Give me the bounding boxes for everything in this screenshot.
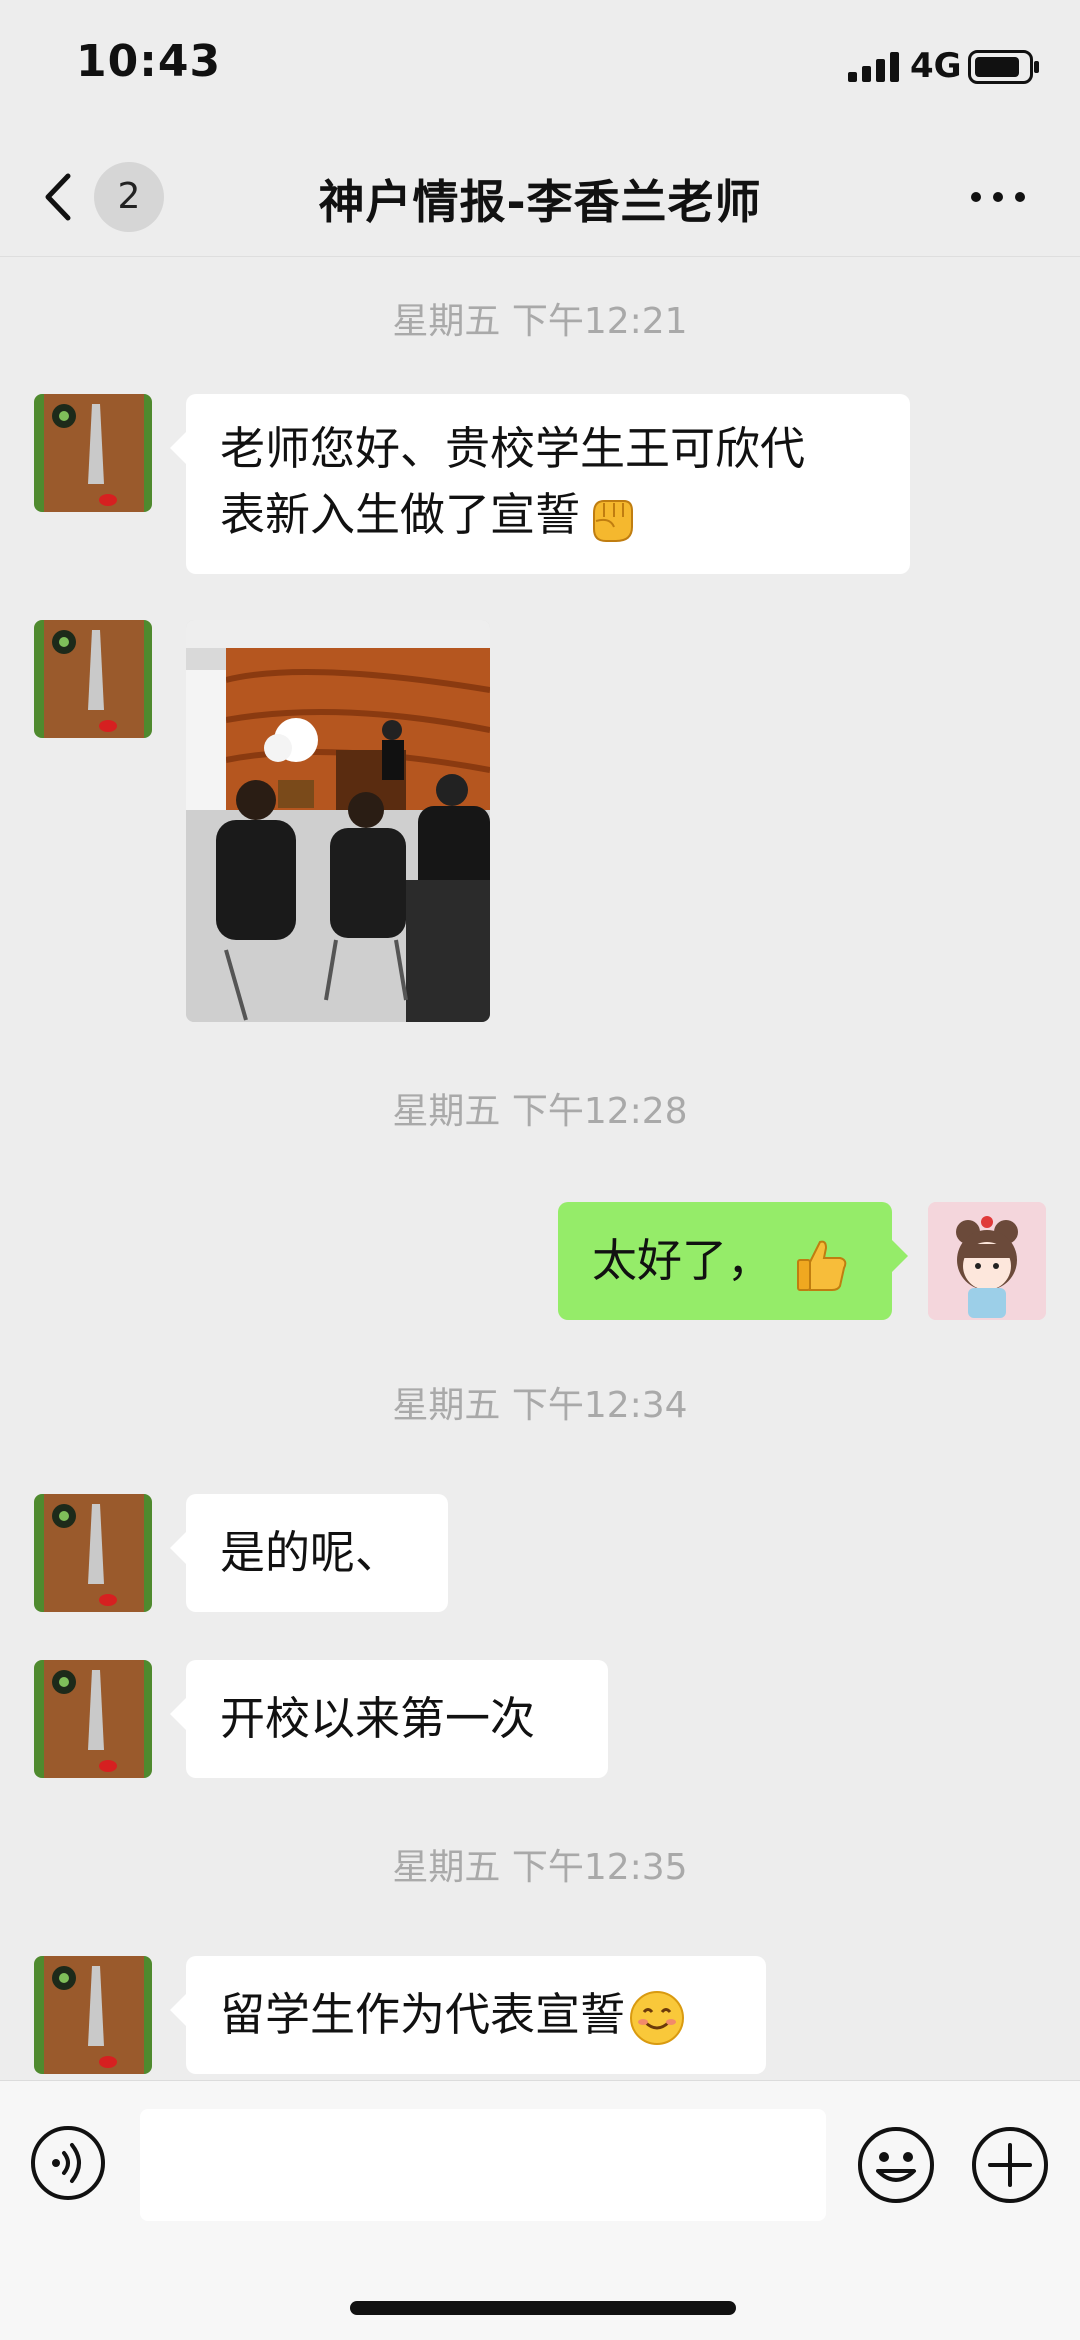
voice-icon[interactable] <box>30 2125 106 2201</box>
contact-avatar[interactable] <box>34 1494 152 1612</box>
message-text: 开校以来第一次 <box>220 1692 536 1745</box>
cellular-signal-icon <box>848 52 899 82</box>
message-text-line: 表新入生做了宣誓 <box>220 482 876 548</box>
avatar-image <box>34 1494 152 1612</box>
message-input[interactable] <box>140 2109 826 2221</box>
chat-header: 2 神户情报-李香兰老师 <box>0 130 1080 257</box>
more-dots-icon[interactable] <box>968 182 1028 212</box>
message-text-line: 老师您好、贵校学生王可欣代 <box>220 422 806 475</box>
image-message[interactable] <box>186 620 490 1022</box>
status-bar: 10:43 4G <box>0 0 1080 130</box>
home-indicator <box>350 2301 736 2315</box>
plus-icon[interactable] <box>970 2125 1050 2205</box>
message-list[interactable]: 星期五 下午12:21 老师您好、贵校学生王可欣代 表新入生做了宣誓 星期五 下… <box>0 256 1080 2080</box>
contact-avatar[interactable] <box>34 1660 152 1778</box>
message-bubble[interactable]: 是的呢、 <box>170 1494 448 1612</box>
avatar-image <box>34 1660 152 1778</box>
message-bubble[interactable]: 开校以来第一次 <box>170 1660 608 1778</box>
timestamp: 星期五 下午12:21 <box>392 301 688 342</box>
smiling-face-emoji <box>630 1991 685 2045</box>
message-bubble[interactable]: 太好了， <box>558 1202 908 1320</box>
thumbs-up-emoji <box>797 1240 847 1291</box>
contact-avatar[interactable] <box>34 1956 152 2074</box>
message-bubble[interactable]: 老师您好、贵校学生王可欣代 表新入生做了宣誓 <box>170 394 910 574</box>
avatar-image <box>928 1202 1046 1320</box>
message-text: 太好了， <box>592 1234 773 1287</box>
message-text: 表新入生做了宣誓 <box>220 488 581 541</box>
battery-icon <box>968 50 1039 84</box>
chat-title: 神户情报-李香兰老师 <box>318 175 762 229</box>
emoji-icon[interactable] <box>856 2125 936 2205</box>
my-avatar[interactable] <box>928 1202 1046 1320</box>
contact-avatar[interactable] <box>34 394 152 512</box>
timestamp: 星期五 下午12:34 <box>392 1385 688 1426</box>
network-type: 4G <box>910 46 962 86</box>
message-text: 是的呢、 <box>220 1526 401 1579</box>
avatar-image <box>34 394 152 512</box>
input-bar <box>0 2080 1080 2340</box>
avatar-image <box>34 620 152 738</box>
ceremony-photo <box>186 620 490 1022</box>
contact-avatar[interactable] <box>34 620 152 738</box>
message-bubble[interactable]: 留学生作为代表宣誓 <box>170 1956 766 2074</box>
timestamp: 星期五 下午12:28 <box>392 1091 688 1132</box>
raised-fist-emoji <box>593 500 634 542</box>
status-time: 10:43 <box>76 36 222 87</box>
message-text: 留学生作为代表宣誓 <box>220 1988 626 2041</box>
avatar-image <box>34 1956 152 2074</box>
timestamp: 星期五 下午12:35 <box>392 1847 688 1888</box>
